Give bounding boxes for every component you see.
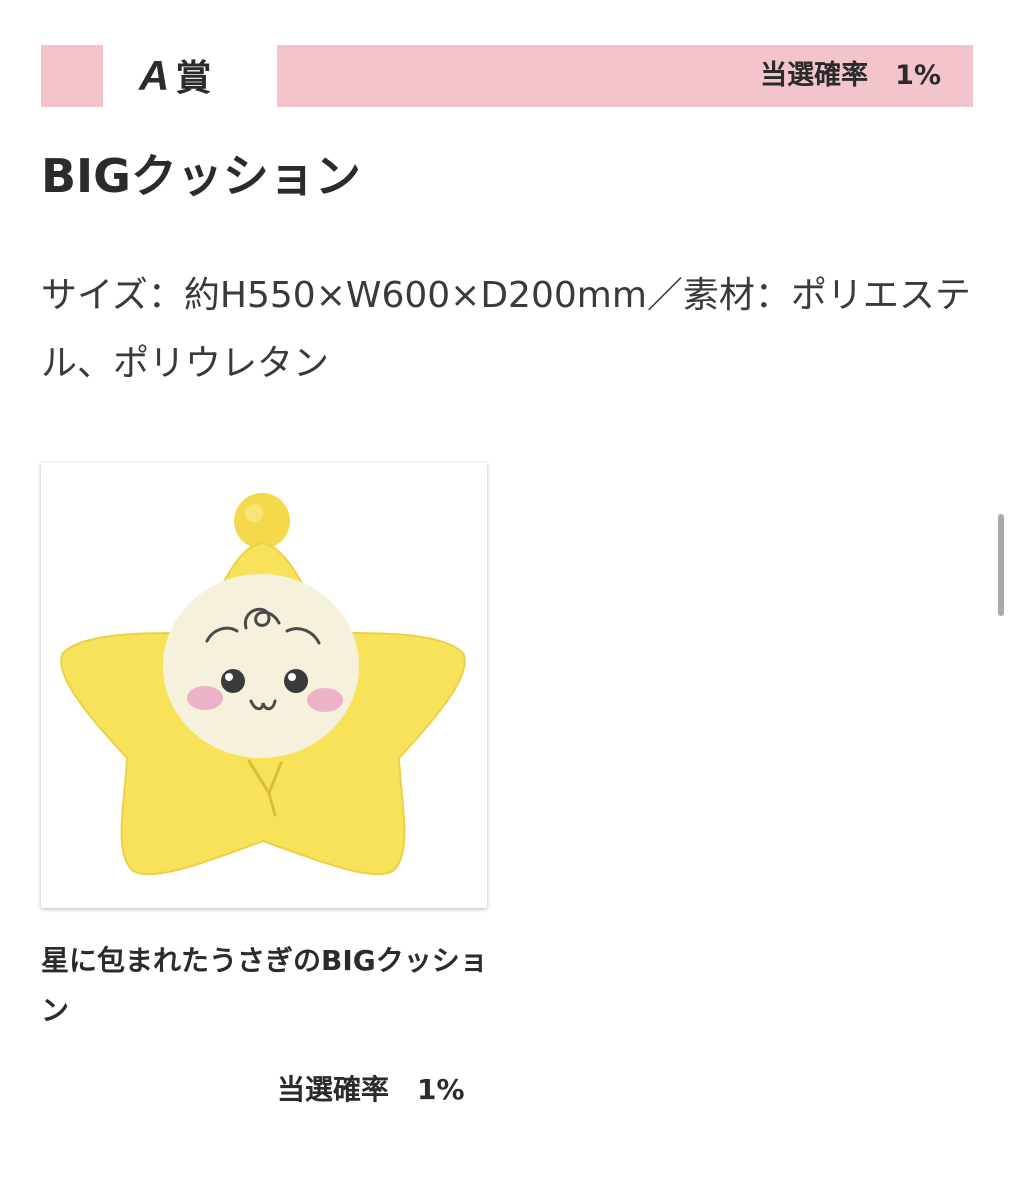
scrollbar-thumb[interactable] [998, 514, 1004, 616]
pompom-icon [234, 493, 290, 549]
product-image-card[interactable] [41, 463, 487, 908]
probability-bar: 当選確率 1% [277, 45, 973, 107]
face-icon [163, 574, 359, 758]
item-title: BIGクッション [41, 149, 361, 203]
prize-header: A賞 当選確率 1% [41, 45, 973, 107]
item-description: サイズ：約H550×W600×D200mm／素材：ポリエステル、ポリウレタン [41, 275, 971, 384]
product-caption[interactable]: 星に包まれたうさぎのBIGクッション [41, 936, 491, 1036]
prize-grade-letter: A [139, 52, 170, 99]
prize-grade: A賞 [139, 45, 211, 107]
prize-grade-suffix: 賞 [175, 58, 212, 99]
header-probability: 当選確率 1% [760, 60, 941, 91]
pink-tab-accent [41, 45, 103, 107]
star-bunny-cushion-image [41, 463, 487, 908]
product-probability: 当選確率 1% [277, 1073, 465, 1106]
